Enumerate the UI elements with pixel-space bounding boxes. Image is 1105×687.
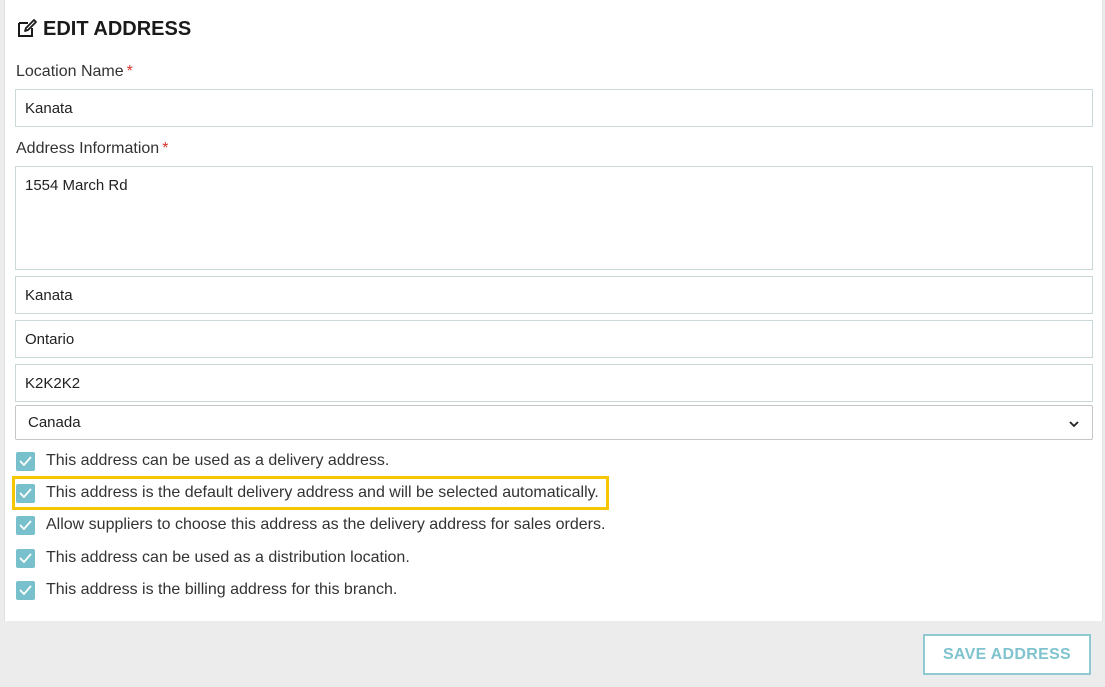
location-name-input[interactable]: Kanata — [15, 89, 1093, 127]
street-address-textarea[interactable]: 1554 March Rd — [15, 166, 1093, 270]
country-select-value: Canada — [28, 414, 81, 431]
country-select[interactable]: Canada — [15, 405, 1093, 440]
chevron-down-icon — [1068, 417, 1080, 429]
postal-code-input[interactable]: K2K2K2 — [15, 364, 1093, 402]
address-information-label: Address Information * — [16, 140, 169, 157]
province-input[interactable]: Ontario — [15, 320, 1093, 358]
page-title: EDIT ADDRESS — [16, 15, 191, 43]
required-mark: * — [126, 63, 133, 80]
required-mark: * — [162, 140, 169, 157]
save-address-button[interactable]: SAVE ADDRESS — [923, 634, 1091, 675]
option-label: This address is the default delivery add… — [46, 484, 599, 501]
checkbox-checked[interactable] — [16, 515, 35, 535]
check-icon — [19, 520, 32, 530]
option-label: This address can be used as a delivery a… — [46, 452, 390, 469]
check-icon — [19, 585, 32, 595]
page-title-text: EDIT ADDRESS — [43, 17, 192, 40]
option-label: This address is the billing address for … — [46, 581, 398, 598]
option-default-delivery-address[interactable]: This address is the default delivery add… — [16, 482, 599, 504]
checkbox-checked[interactable] — [16, 548, 35, 568]
option-distribution-location[interactable]: This address can be used as a distributi… — [16, 547, 410, 569]
check-icon — [19, 488, 32, 498]
checkbox-checked[interactable] — [16, 483, 35, 503]
check-icon — [19, 456, 32, 466]
option-label: Allow suppliers to choose this address a… — [46, 516, 606, 533]
checkbox-checked[interactable] — [16, 580, 35, 600]
edit-icon — [16, 18, 38, 40]
city-input[interactable]: Kanata — [15, 276, 1093, 314]
checkbox-checked[interactable] — [16, 451, 35, 471]
location-name-label: Location Name * — [16, 63, 133, 80]
option-billing-address[interactable]: This address is the billing address for … — [16, 579, 397, 601]
option-label: This address can be used as a distributi… — [46, 549, 410, 566]
option-delivery-address[interactable]: This address can be used as a delivery a… — [16, 450, 389, 472]
option-supplier-delivery[interactable]: Allow suppliers to choose this address a… — [16, 514, 605, 536]
check-icon — [19, 553, 32, 563]
edit-address-panel: EDIT ADDRESS Location Name * Kanata Addre… — [4, 0, 1103, 621]
